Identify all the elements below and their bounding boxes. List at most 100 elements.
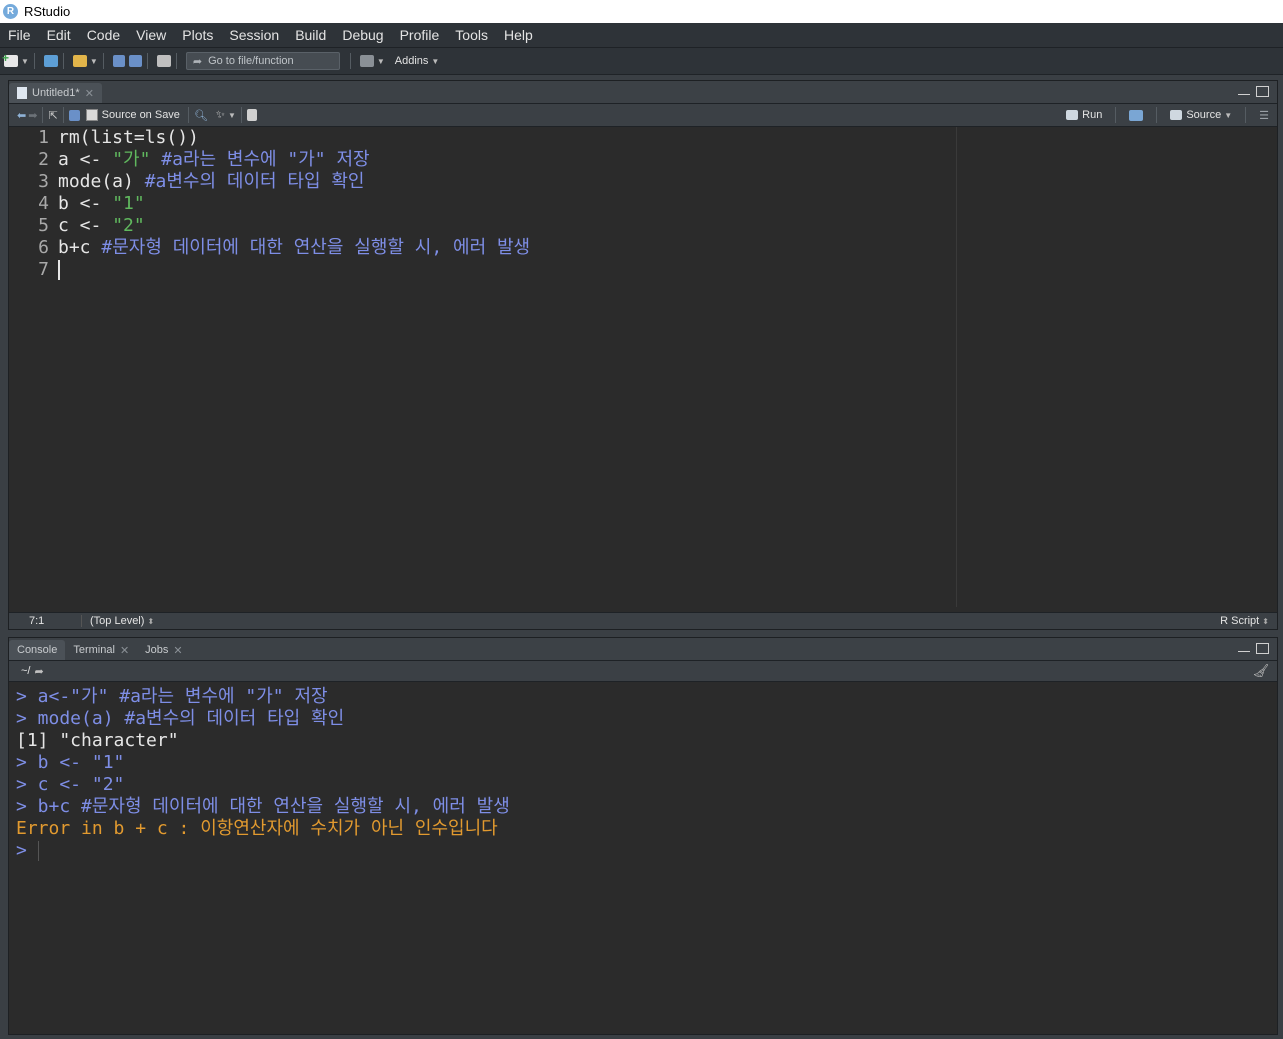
tab-terminal[interactable]: Terminal ✕ (65, 640, 138, 660)
show-in-window-icon[interactable]: ⇱ (48, 109, 57, 122)
menu-build[interactable]: Build (287, 27, 334, 43)
source-editor-pane: Untitled1* ✕ ⬅ ➡ ⇱ Source on Save 🔍︎ ✨︎ ▼… (8, 80, 1278, 630)
console-line: [1] "character" (16, 730, 179, 751)
code-line: mode(a) #a변수의 데이터 타입 확인 (58, 171, 365, 192)
console-cursor (37, 841, 39, 861)
console-output[interactable]: > a<-"가" #a라는 변수에 "가" 저장 > mode(a) #a변수의… (9, 682, 1277, 862)
menu-view[interactable]: View (128, 27, 174, 43)
save-all-button[interactable] (128, 51, 142, 71)
menu-profile[interactable]: Profile (392, 27, 448, 43)
arrow-right-icon: ➦ (192, 55, 203, 68)
console-line: > mode(a) #a변수의 데이터 타입 확인 (16, 708, 345, 729)
line-number-gutter: 1 2 3 4 5 6 7 (9, 127, 55, 607)
workspace-panes-button[interactable]: ▼ (359, 51, 385, 71)
source-button[interactable]: Source ▼ (1170, 109, 1232, 121)
console-window-controls (1238, 643, 1269, 654)
document-outline-icon[interactable]: ☰ (1259, 109, 1269, 122)
go-to-directory-icon[interactable]: ➦ (34, 665, 43, 678)
line-number: 6 (38, 237, 49, 258)
editor-tabbar: Untitled1* ✕ (9, 81, 1277, 104)
clear-console-broom-icon[interactable]: 🧹︎ (1252, 663, 1269, 679)
console-line: > b+c #문자형 데이터에 대한 연산을 실행할 시, 에러 발생 (16, 796, 510, 817)
source-label: Source (1186, 109, 1222, 121)
source-on-save-checkbox[interactable] (85, 109, 98, 121)
rstudio-logo-icon: R (3, 4, 18, 19)
minimize-icon[interactable] (1238, 651, 1250, 652)
menu-edit[interactable]: Edit (39, 27, 79, 43)
file-type-selector[interactable]: R Script ⬍ (1220, 615, 1269, 627)
menu-code[interactable]: Code (79, 27, 128, 43)
close-icon[interactable]: ✕ (120, 644, 129, 657)
new-file-button[interactable]: + ▼ (2, 51, 29, 71)
menu-file[interactable]: File (0, 27, 39, 43)
minimize-icon[interactable] (1238, 94, 1250, 95)
close-icon[interactable]: ✕ (85, 87, 94, 100)
menu-plots[interactable]: Plots (174, 27, 221, 43)
compile-report-icon[interactable] (246, 109, 257, 121)
menu-session[interactable]: Session (221, 27, 287, 43)
save-icon[interactable] (68, 109, 80, 121)
toolbar-divider (240, 107, 242, 123)
console-line: > b <- "1" (16, 752, 125, 773)
save-button[interactable] (112, 51, 125, 71)
toolbar-divider (62, 53, 64, 69)
search-icon[interactable]: 🔍︎ (194, 109, 208, 122)
editor-window-controls (1238, 86, 1269, 97)
working-directory[interactable]: ~/ (21, 665, 30, 677)
toolbar-divider (1156, 107, 1158, 123)
maximize-icon[interactable] (1256, 643, 1269, 654)
toolbar-divider (349, 53, 351, 69)
code-editor[interactable]: 1 2 3 4 5 6 7 rm(list=ls()) a <- "가" #a라… (9, 127, 1277, 607)
code-line: c <- "2" (58, 215, 145, 236)
open-file-button[interactable]: ▼ (72, 51, 98, 71)
new-project-button[interactable] (43, 51, 58, 71)
window-title: RStudio (24, 4, 71, 19)
go-to-file-input[interactable]: ➦ Go to file/function (185, 52, 340, 70)
print-button[interactable] (156, 51, 171, 71)
toolbar-divider (1115, 107, 1117, 123)
toolbar-divider (42, 107, 44, 123)
grid-icon (359, 55, 374, 67)
toolbar-divider (1245, 107, 1247, 123)
menu-help[interactable]: Help (496, 27, 541, 43)
console-error-line: Error in b + c : 이항연산자에 수치가 아닌 인수입니다 (16, 818, 498, 839)
line-number: 1 (38, 127, 49, 148)
source-on-save-label: Source on Save (101, 109, 180, 121)
console-line: > c <- "2" (16, 774, 125, 795)
cursor-position: 7:1 (9, 615, 82, 627)
line-number: 4 (38, 193, 49, 214)
back-arrow-icon[interactable]: ⬅ (17, 109, 26, 122)
toolbar-divider (175, 53, 177, 69)
tab-untitled1-label: Untitled1* (32, 87, 80, 99)
source-icon (1170, 110, 1183, 120)
close-icon[interactable]: ✕ (173, 644, 182, 657)
editor-toolbar: ⬅ ➡ ⇱ Source on Save 🔍︎ ✨︎ ▼ Run Source ▼ (9, 104, 1277, 127)
rerun-button[interactable] (1129, 109, 1144, 121)
forward-arrow-icon[interactable]: ➡ (28, 109, 37, 122)
run-button[interactable]: Run (1066, 109, 1102, 121)
menu-tools[interactable]: Tools (447, 27, 496, 43)
tab-console[interactable]: Console (9, 640, 66, 660)
line-number: 5 (38, 215, 49, 236)
save-all-icon (128, 55, 142, 67)
maximize-icon[interactable] (1256, 86, 1269, 97)
run-label: Run (1082, 109, 1103, 121)
code-line: b <- "1" (58, 193, 145, 214)
tab-jobs[interactable]: Jobs ✕ (137, 640, 191, 660)
main-toolbar: + ▼ ▼ ➦ Go to file/function ▼ Addins ▼ (0, 48, 1283, 75)
console-prompt-line[interactable]: > (16, 840, 1277, 862)
magic-wand-icon[interactable]: ✨︎ (216, 109, 225, 122)
line-number: 2 (38, 149, 49, 170)
menu-debug[interactable]: Debug (334, 27, 391, 43)
folder-open-icon (72, 55, 87, 67)
text-cursor (58, 260, 60, 280)
addins-button[interactable]: Addins ▼ (395, 51, 440, 71)
scope-selector[interactable]: (Top Level) ⬍ (82, 615, 154, 627)
toolbar-divider (146, 53, 148, 69)
tab-untitled1[interactable]: Untitled1* ✕ (9, 83, 102, 103)
go-to-file-placeholder: Go to file/function (208, 55, 294, 67)
code-line: a <- "가" #a라는 변수에 "가" 저장 (58, 149, 370, 170)
code-line (58, 259, 957, 281)
console-prompt: > (16, 840, 38, 861)
console-line: > a<-"가" #a라는 변수에 "가" 저장 (16, 686, 328, 707)
